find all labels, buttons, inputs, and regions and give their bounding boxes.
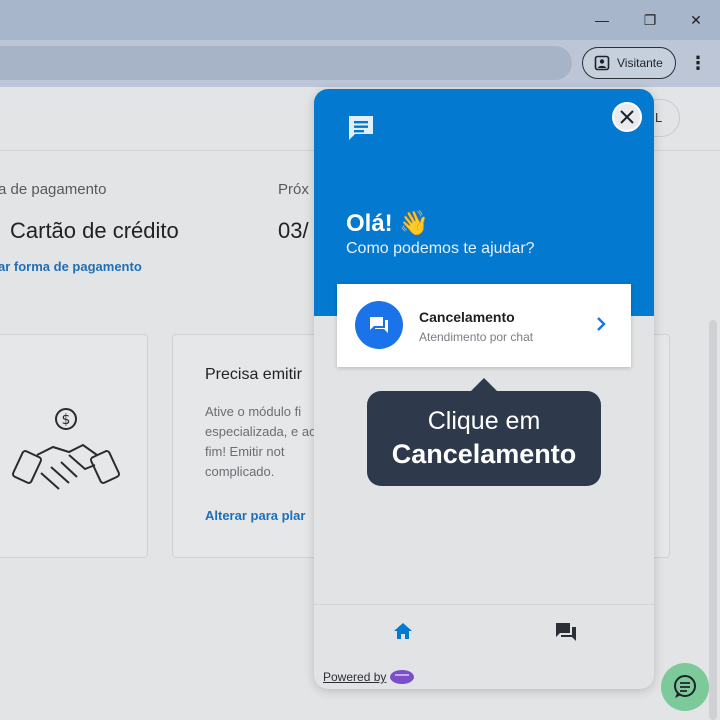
greeting-title: Olá! 👋 (346, 210, 430, 237)
option-title: Cancelamento (419, 309, 515, 325)
browser-menu-button[interactable]: ⋮ (688, 52, 708, 74)
home-icon[interactable] (392, 620, 414, 642)
handshake-card: $ (0, 334, 148, 558)
profile-button[interactable]: Visitante (582, 47, 676, 79)
chat-launcher-icon (674, 675, 696, 698)
chat-widget-header: Olá! 👋 Como podemos te ajudar? (314, 89, 654, 316)
svg-text:$: $ (62, 412, 71, 428)
change-payment-link[interactable]: ar forma de pagamento (0, 259, 142, 274)
page-scrollbar[interactable] (709, 320, 717, 720)
restore-button[interactable]: ❐ (640, 10, 660, 30)
guide-tooltip: Clique em Cancelamento (367, 391, 601, 486)
profile-label: Visitante (617, 56, 663, 70)
close-icon (620, 110, 634, 124)
greeting-subtitle: Como podemos te ajudar? (346, 240, 535, 257)
payment-method-label: a de pagamento (0, 181, 107, 198)
handshake-money-icon: $ (12, 408, 120, 490)
tooltip-line-2: Cancelamento (391, 439, 577, 469)
powered-by-link[interactable]: Powered by (323, 669, 415, 685)
next-charge-value: 03/ (278, 218, 309, 243)
payment-method-value: Cartão de crédito (10, 218, 179, 243)
option-subtitle: Atendimento por chat (419, 330, 534, 344)
tooltip-line-1: Clique em (427, 407, 541, 435)
invoice-card-title: Precisa emitir (205, 366, 302, 383)
close-widget-button[interactable] (612, 102, 642, 132)
cancelamento-option[interactable]: Cancelamento Atendimento por chat (337, 284, 631, 367)
close-window-button[interactable]: ✕ (686, 10, 706, 30)
vendor-logo-icon (390, 670, 415, 684)
chat-widget-footer: Powered by (314, 604, 654, 689)
next-charge-label: Próx (278, 181, 309, 198)
chat-launcher-button[interactable] (661, 663, 709, 711)
tooltip-arrow (470, 378, 498, 392)
forum-icon (370, 317, 388, 333)
chat-bubble-icon (349, 116, 373, 140)
change-plan-link[interactable]: Alterar para plar (205, 508, 305, 523)
minimize-button[interactable]: — (592, 10, 612, 30)
address-bar[interactable] (0, 46, 572, 80)
profile-icon (594, 55, 610, 71)
powered-by-label: Powered by (323, 670, 387, 684)
conversations-icon[interactable] (554, 620, 578, 644)
browser-toolbar: Visitante ⋮ (0, 40, 720, 87)
option-avatar (355, 301, 403, 349)
browser-titlebar: — ❐ ✕ (0, 0, 720, 40)
chevron-right-icon (597, 317, 606, 331)
